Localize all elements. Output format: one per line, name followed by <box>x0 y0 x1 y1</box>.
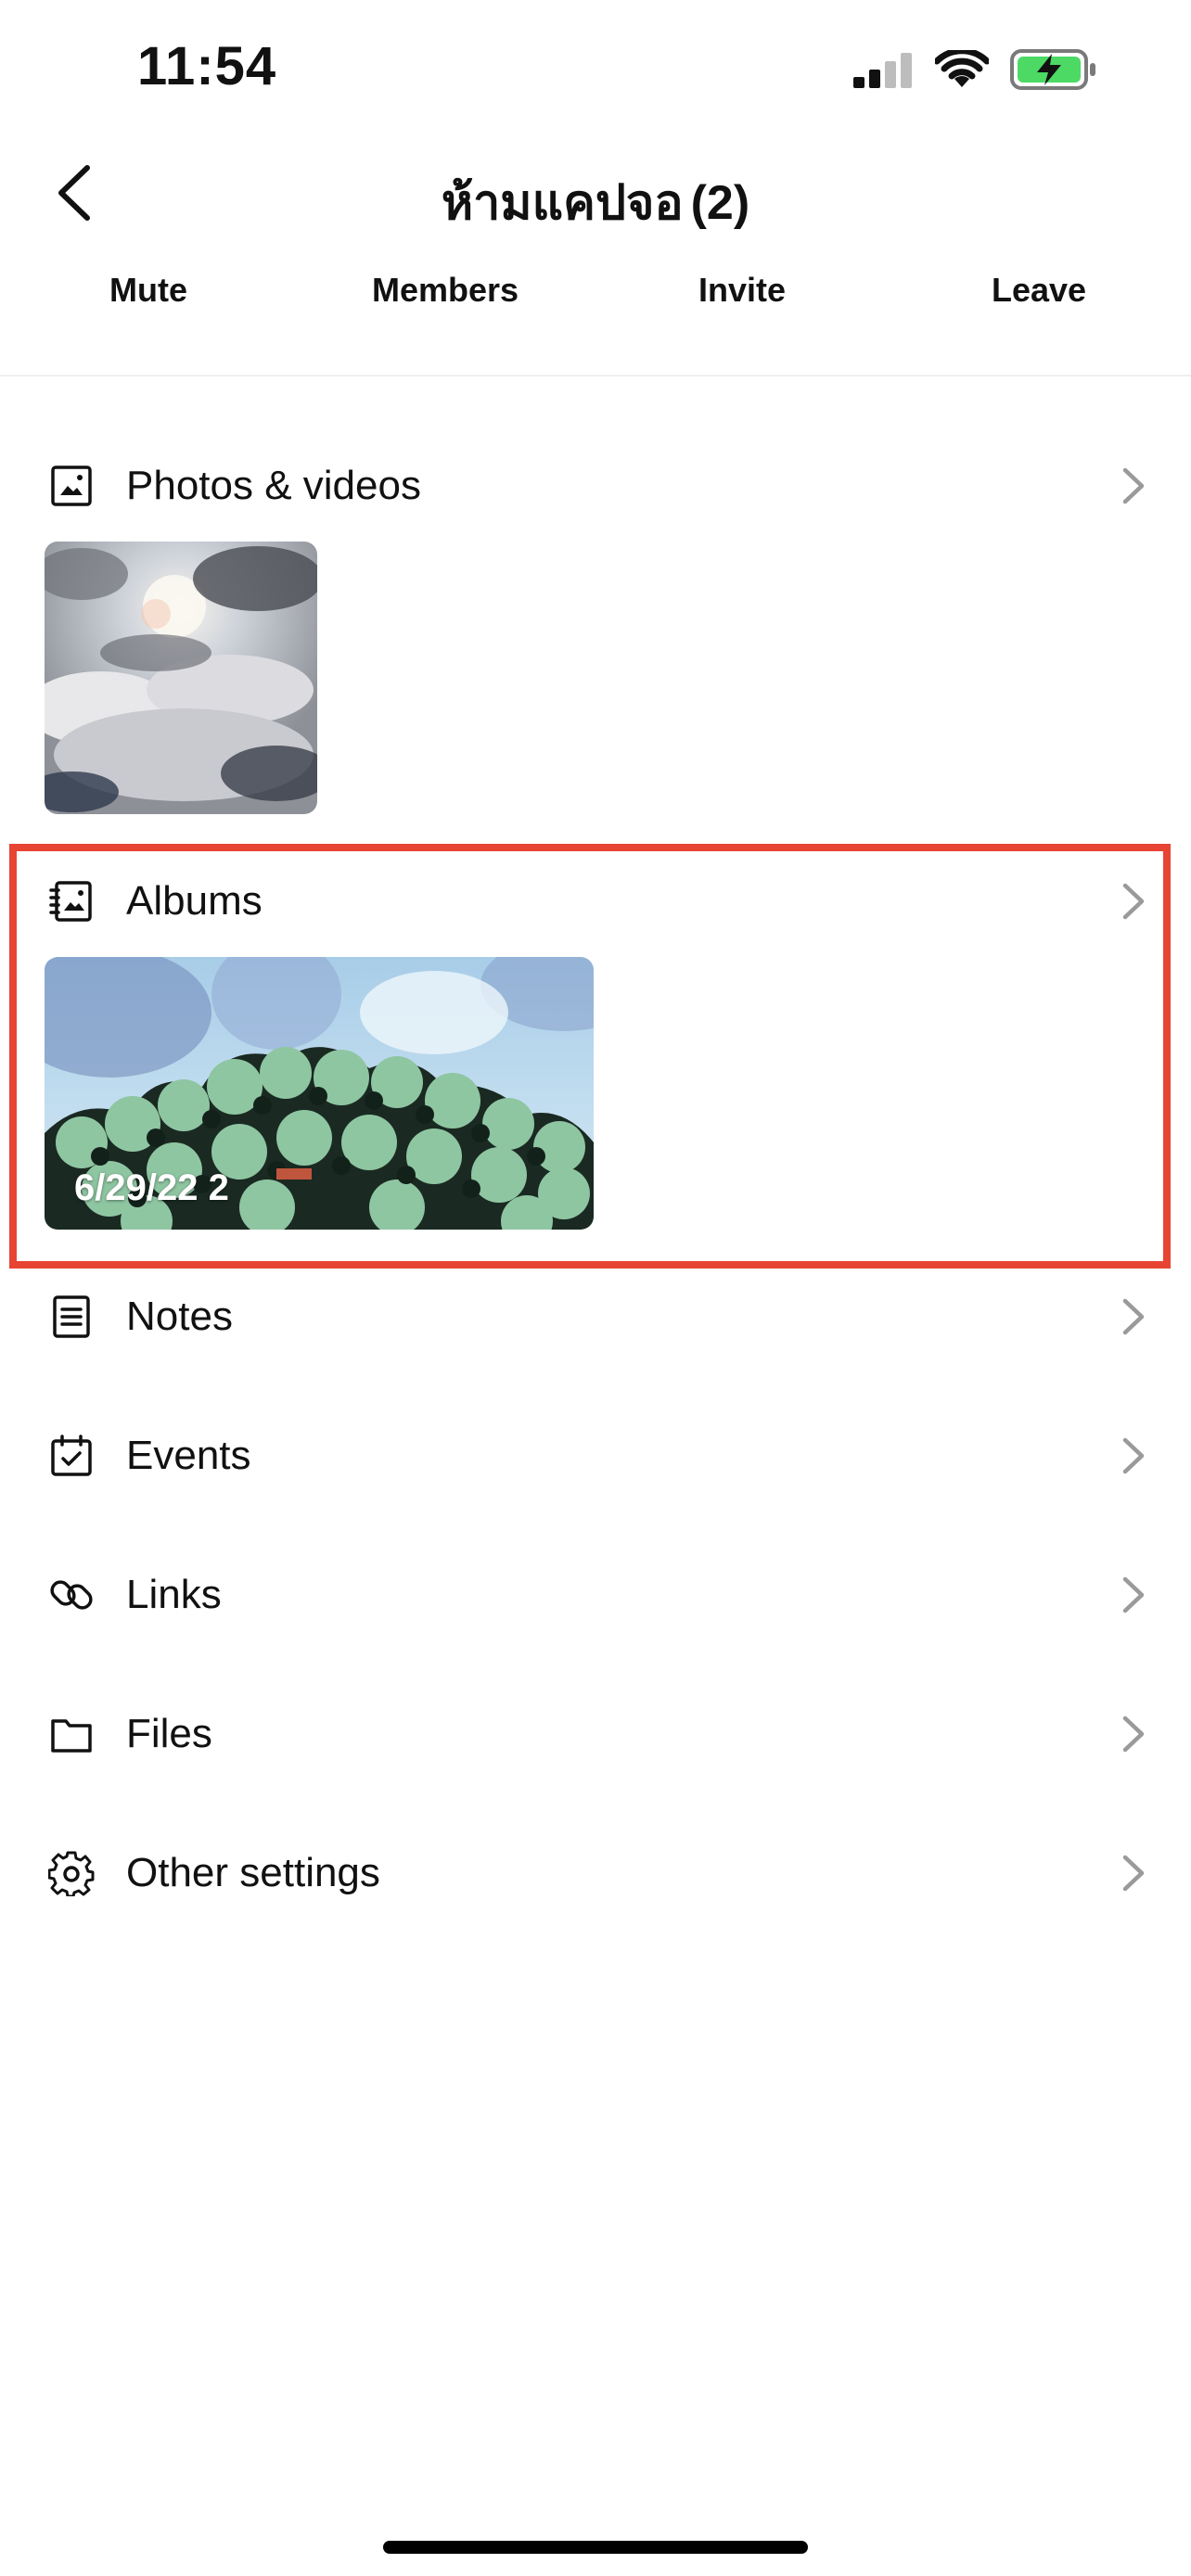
invite-button[interactable]: Invite <box>621 271 863 310</box>
calendar-check-icon <box>48 1433 95 1479</box>
other-settings-row[interactable]: Other settings <box>0 1817 1191 1929</box>
status-time: 11:54 <box>137 36 277 96</box>
album-icon <box>48 878 95 925</box>
link-icon <box>48 1572 95 1618</box>
sky-clouds-image <box>45 542 317 814</box>
folder-icon <box>48 1711 95 1757</box>
chevron-right-icon <box>1121 1435 1146 1476</box>
home-indicator[interactable] <box>383 2541 808 2554</box>
status-icons <box>852 48 1098 91</box>
album-thumbnail[interactable]: 6/29/22 2 <box>45 957 594 1230</box>
album-caption: 6/29/22 2 <box>74 1167 229 1208</box>
links-row[interactable]: Links <box>0 1539 1191 1651</box>
notes-label: Notes <box>126 1294 233 1339</box>
battery-charging-icon <box>1010 49 1095 90</box>
mute-button[interactable]: Mute <box>28 271 269 310</box>
signal-icon <box>853 53 912 88</box>
photos-videos-label: Photos & videos <box>126 463 421 508</box>
header-divider <box>0 375 1191 376</box>
events-row[interactable]: Events <box>0 1400 1191 1511</box>
chevron-right-icon <box>1121 1296 1146 1337</box>
action-bar: Mute Members Invite Leave <box>0 271 1191 330</box>
chat-name: ห้ามแคปจอ <box>441 176 684 230</box>
photo-thumbnail[interactable] <box>45 542 317 814</box>
gear-icon <box>48 1850 95 1896</box>
chevron-right-icon <box>1121 465 1146 506</box>
members-button[interactable]: Members <box>325 271 566 310</box>
page-title: ห้ามแคปจอ (2) <box>0 163 1191 240</box>
note-icon <box>48 1294 95 1340</box>
other-settings-label: Other settings <box>126 1850 380 1895</box>
events-label: Events <box>126 1433 251 1478</box>
notes-row[interactable]: Notes <box>0 1261 1191 1372</box>
chevron-right-icon <box>1121 1714 1146 1754</box>
member-count: (2) <box>690 176 750 230</box>
chevron-right-icon <box>1121 881 1146 922</box>
albums-row[interactable]: Albums <box>0 846 1191 957</box>
leave-button[interactable]: Leave <box>918 271 1159 310</box>
files-row[interactable]: Files <box>0 1678 1191 1790</box>
links-label: Links <box>126 1572 222 1617</box>
photo-icon <box>48 463 95 509</box>
wifi-icon <box>935 50 989 87</box>
photos-videos-row[interactable]: Photos & videos <box>0 430 1191 542</box>
chevron-right-icon <box>1121 1853 1146 1894</box>
files-label: Files <box>126 1711 212 1756</box>
albums-label: Albums <box>126 878 263 924</box>
chevron-right-icon <box>1121 1575 1146 1615</box>
